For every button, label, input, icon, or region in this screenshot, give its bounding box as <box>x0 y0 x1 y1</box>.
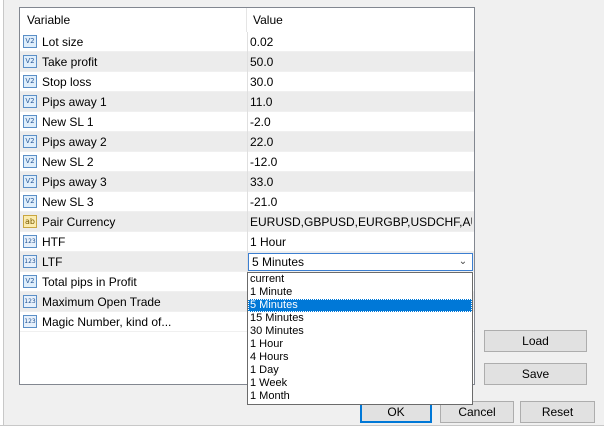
column-divider <box>247 152 248 172</box>
variable-name: HTF <box>42 235 66 249</box>
dropdown-option[interactable]: 4 Hours <box>248 351 472 364</box>
double-type-icon: V2 <box>23 135 37 148</box>
grid-row[interactable]: V2 New SL 3 -21.0 <box>20 192 474 212</box>
variable-name: Pair Currency <box>42 215 116 229</box>
reset-button[interactable]: Reset <box>520 401 595 423</box>
grid-row[interactable]: V2 Lot size 0.02 <box>20 32 474 52</box>
double-type-icon: V2 <box>23 35 37 48</box>
double-type-icon: V2 <box>23 275 37 288</box>
column-divider <box>247 92 248 112</box>
double-type-icon: V2 <box>23 115 37 128</box>
variable-name: New SL 3 <box>42 195 94 209</box>
variable-name: LTF <box>42 255 63 269</box>
ltf-combobox[interactable]: 5 Minutes ⌄ <box>248 253 473 271</box>
integer-type-icon: 123 <box>23 255 37 268</box>
dropdown-option[interactable]: 1 Hour <box>248 338 472 351</box>
ltf-dropdown-list[interactable]: current 1 Minute 5 Minutes 15 Minutes 30 Min… <box>247 272 473 405</box>
variable-name: New SL 1 <box>42 115 94 129</box>
variable-name: Pips away 3 <box>42 175 107 189</box>
double-type-icon: V2 <box>23 155 37 168</box>
variable-value[interactable]: 1 Hour <box>250 232 472 252</box>
double-type-icon: V2 <box>23 95 37 108</box>
variable-name: Stop loss <box>42 75 92 89</box>
header-variable[interactable]: Variable <box>20 8 247 32</box>
column-divider <box>247 172 248 192</box>
variable-value[interactable]: 30.0 <box>250 72 472 92</box>
grid-row[interactable]: V2 Stop loss 30.0 <box>20 72 474 92</box>
grid-row[interactable]: 123 LTF 5 Minutes ⌄ <box>20 252 474 272</box>
header-value[interactable]: Value <box>247 8 474 32</box>
column-divider <box>247 212 248 232</box>
column-divider <box>247 192 248 212</box>
background-window-edge <box>0 0 4 433</box>
variable-value[interactable]: 0.02 <box>250 32 472 52</box>
string-type-icon: ab <box>23 215 37 228</box>
column-divider <box>247 32 248 52</box>
dropdown-option[interactable]: 1 Week <box>248 377 472 390</box>
grid-row[interactable]: ab Pair Currency EURUSD,GBPUSD,EURGBP,USDC… <box>20 212 474 232</box>
variable-value[interactable]: 50.0 <box>250 52 472 72</box>
dropdown-option[interactable]: 15 Minutes <box>248 312 472 325</box>
column-divider <box>247 112 248 132</box>
grid-row[interactable]: 123 HTF 1 Hour <box>20 232 474 252</box>
variable-value[interactable]: EURUSD,GBPUSD,EURGBP,USDCHF,AU... <box>250 212 472 232</box>
grid-row[interactable]: V2 Take profit 50.0 <box>20 52 474 72</box>
variable-name: Lot size <box>42 35 84 49</box>
dropdown-option[interactable]: 1 Minute <box>248 286 472 299</box>
variable-value[interactable]: -2.0 <box>250 112 472 132</box>
column-divider <box>247 72 248 92</box>
variable-value[interactable]: -21.0 <box>250 192 472 212</box>
double-type-icon: V2 <box>23 55 37 68</box>
column-divider <box>247 132 248 152</box>
double-type-icon: V2 <box>23 175 37 188</box>
variable-name: Total pips in Profit <box>42 275 137 289</box>
variable-name: Maximum Open Trade <box>42 295 161 309</box>
save-button[interactable]: Save <box>484 363 587 385</box>
integer-type-icon: 123 <box>23 315 37 328</box>
column-divider <box>247 52 248 72</box>
variable-value[interactable]: 22.0 <box>250 132 472 152</box>
grid-row[interactable]: V2 Pips away 3 33.0 <box>20 172 474 192</box>
variable-value[interactable]: -12.0 <box>250 152 472 172</box>
variable-name: Take profit <box>42 55 98 69</box>
column-divider <box>247 232 248 252</box>
chevron-down-icon[interactable]: ⌄ <box>457 255 469 269</box>
variable-value[interactable]: 11.0 <box>250 92 472 112</box>
variable-name: Pips away 1 <box>42 95 107 109</box>
dropdown-option[interactable]: current <box>248 273 472 286</box>
dropdown-option[interactable]: 30 Minutes <box>248 325 472 338</box>
variable-name: Pips away 2 <box>42 135 107 149</box>
grid-header: Variable Value <box>20 8 474 32</box>
integer-type-icon: 123 <box>23 295 37 308</box>
load-button[interactable]: Load <box>484 330 587 352</box>
grid-row[interactable]: V2 New SL 1 -2.0 <box>20 112 474 132</box>
grid-row[interactable]: V2 New SL 2 -12.0 <box>20 152 474 172</box>
grid-row[interactable]: V2 Pips away 1 11.0 <box>20 92 474 112</box>
ltf-combobox-value: 5 Minutes <box>252 255 305 269</box>
variable-name: New SL 2 <box>42 155 94 169</box>
double-type-icon: V2 <box>23 195 37 208</box>
dropdown-option[interactable]: 1 Day <box>248 364 472 377</box>
dropdown-option[interactable]: 1 Month <box>248 390 472 403</box>
grid-row[interactable]: V2 Pips away 2 22.0 <box>20 132 474 152</box>
integer-type-icon: 123 <box>23 235 37 248</box>
variable-name: Magic Number, kind of... <box>42 315 172 329</box>
dropdown-option[interactable]: 5 Minutes <box>248 299 472 312</box>
double-type-icon: V2 <box>23 75 37 88</box>
variable-value[interactable]: 33.0 <box>250 172 472 192</box>
